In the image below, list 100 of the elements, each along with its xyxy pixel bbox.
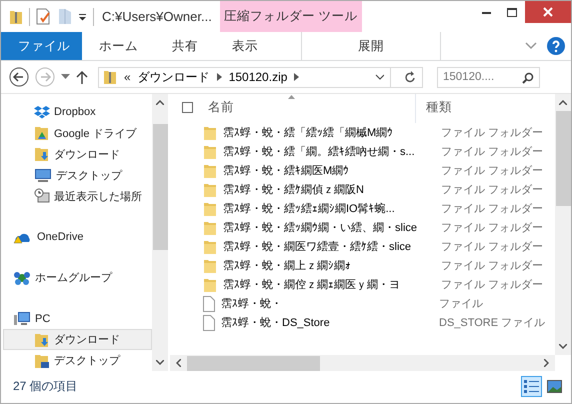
file-row[interactable]: 霑ｽ蜉・蛻・DS_Store DS_STORE ファイル [170, 313, 555, 332]
file-name: 霑ｽ蜉・蛻・繧「繝。繧ｷ繧吶せ繝・s... [223, 144, 416, 159]
nav-item[interactable]: ダウンロード [3, 329, 152, 350]
download-folder-icon [34, 146, 50, 162]
file-type: ファイル フォルダー [441, 126, 544, 140]
caret-icon[interactable] [375, 74, 384, 80]
help-icon[interactable] [547, 37, 565, 55]
folder-icon [203, 258, 217, 274]
file-name: 霑ｽ蜉・蛻・繝医ワ繧壹・繧ｹ繧・slice [223, 240, 412, 254]
crumb-arrow-icon[interactable] [216, 73, 222, 81]
file-row[interactable]: 霑ｽ蜉・蛻・繝上ｚ繝ｼ繝ｫ ファイル フォルダー [170, 256, 555, 275]
ribbon-tab[interactable]: ファイル [1, 32, 82, 60]
scrollbar-thumb[interactable] [187, 356, 320, 370]
file-row[interactable]: 霑ｽ蜉・蛻・繧ｷ繝医M繝ｳ ファイル フォルダー [170, 161, 555, 180]
file-name: 霑ｽ蜉・蛻・DS_Store [221, 316, 331, 330]
file-name: 霑ｽ蜉・蛻・繧ｯ繝ｳ繝・い繧、繝・slice [223, 220, 418, 235]
nav-item[interactable]: デスクトップ [3, 350, 152, 371]
nav-item[interactable]: Google ドライブ [3, 122, 152, 144]
folder-icon [203, 200, 217, 216]
folder-icon [203, 124, 217, 140]
file-type: ファイル フォルダー [441, 240, 544, 254]
desktop-folder-icon [34, 352, 50, 369]
nav-item[interactable]: 最近表示した場所 [3, 186, 152, 207]
drive-folder-icon [34, 125, 50, 142]
ribbon-tab[interactable]: 展開 [301, 32, 441, 60]
context-tab-title: 圧縮フォルダー ツール [220, 1, 362, 32]
file-type: DS_STORE ファイル [439, 316, 546, 330]
recent-places-icon [34, 188, 50, 204]
back-button[interactable] [9, 67, 29, 87]
details-view-icon [524, 380, 539, 392]
crumb-arrow-icon[interactable] [294, 73, 300, 81]
monitor-icon [34, 168, 52, 182]
scrollbar-thumb[interactable] [556, 111, 570, 206]
scroll-left-icon[interactable] [176, 359, 181, 367]
recent-dropdown-button[interactable] [61, 74, 70, 80]
ribbon-tab[interactable]: ホーム [82, 32, 155, 60]
file-type: ファイル フォルダー [441, 278, 544, 292]
chevron-icon[interactable] [525, 42, 537, 50]
dropdown-icon[interactable] [78, 12, 87, 20]
file-type: ファイル フォルダー [441, 183, 544, 197]
file-row[interactable]: 霑ｽ蜉・蛻・繧「繝。繧ｷ繧吶せ繝・s... ファイル フォルダー [170, 142, 555, 161]
file-type: ファイル フォルダー [441, 145, 544, 159]
folder-icon [203, 220, 217, 236]
zip-folder-icon [103, 69, 117, 85]
scrollbar-thumb[interactable] [152, 124, 168, 250]
nav-item[interactable]: ダウンロード [3, 144, 152, 165]
sort-arrow-icon [288, 95, 295, 99]
refresh-icon[interactable] [404, 70, 416, 84]
breadcrumb[interactable]: 150120.zip [228, 70, 288, 84]
file-row[interactable]: 霑ｽ蜉・蛻・繧「繧ｯ繧「繝槭M繝ｳ ファイル フォルダー [170, 123, 555, 142]
maximize-icon[interactable] [507, 8, 517, 16]
window-title: C:¥Users¥Owner... [102, 9, 212, 24]
file-row[interactable]: 霑ｽ蜉・蛻・繧ｹ繝偵ｚ繝阪N ファイル フォルダー [170, 180, 555, 199]
dropbox-icon [34, 105, 50, 120]
item-count: 27 個の項目 [13, 378, 78, 394]
select-all-checkbox[interactable] [182, 102, 193, 113]
file-name: 霑ｽ蜉・蛻・繝倥ｚ繝ｪ繝医ｙ繝・ヨ [223, 278, 401, 292]
overflow-marker[interactable]: « [124, 70, 131, 84]
column-header[interactable]: 種類 [416, 94, 452, 122]
file-name: 霑ｽ蜉・蛻・繧ｷ繝医M繝ｳ [223, 164, 350, 178]
scroll-right-icon[interactable] [544, 359, 549, 367]
file-row[interactable]: 霑ｽ蜉・蛻・繧ｯ繧ｪ繝ｼ繝IO髯ｷ蜿... ファイル フォルダー [170, 199, 555, 218]
search-icon [522, 72, 534, 84]
up-button[interactable] [76, 70, 88, 84]
folder-icon [203, 162, 217, 178]
file-icon [203, 296, 215, 312]
file-name: 霑ｽ蜉・蛻・ [221, 296, 283, 311]
nav-item[interactable]: Dropbox [3, 102, 152, 123]
nav-item[interactable]: OneDrive [3, 226, 152, 248]
download-folder-icon [34, 332, 50, 348]
ribbon-tab[interactable]: 表示 [215, 32, 275, 60]
address-bar[interactable]: « ダウンロード 150120.zip [98, 66, 423, 88]
file-type: ファイル フォルダー [441, 202, 544, 216]
nav-item[interactable]: ホームグループ [3, 267, 152, 288]
ribbon-tab[interactable]: 共有 [155, 32, 215, 60]
close-button[interactable] [525, 1, 571, 23]
file-row[interactable]: 霑ｽ蜉・蛻・繝医ワ繧壹・繧ｹ繧・slice ファイル フォルダー [170, 237, 555, 256]
file-icon [203, 314, 215, 330]
nav-item[interactable]: PC [3, 308, 152, 330]
homegroup-icon [13, 270, 31, 286]
file-row[interactable]: 霑ｽ蜉・蛻・ ファイル [170, 294, 555, 313]
file-type: ファイル [439, 297, 483, 311]
computer-icon [13, 310, 31, 327]
image-view-icon [547, 380, 562, 392]
file-name: 霑ｽ蜉・蛻・繧ｯ繧ｪ繝ｼ繝IO髯ｷ蜿... [223, 202, 396, 216]
view-button[interactable] [521, 376, 542, 396]
file-name: 霑ｽ蜉・蛻・繧「繧ｯ繧「繝槭M繝ｳ [223, 126, 394, 140]
folder-icon [203, 182, 217, 198]
nav-item[interactable]: デスクトップ [3, 164, 152, 186]
search-field[interactable]: 150120.... [437, 66, 540, 88]
folder-icon [203, 144, 217, 160]
minimize-icon[interactable] [482, 10, 490, 14]
zip-folder-icon[interactable] [9, 8, 23, 24]
breadcrumb[interactable]: ダウンロード [138, 68, 210, 86]
file-row[interactable]: 霑ｽ蜉・蛻・繝倥ｚ繝ｪ繝医ｙ繝・ヨ ファイル フォルダー [170, 275, 555, 294]
close-icon [543, 7, 553, 17]
properties-icon[interactable] [36, 8, 52, 25]
file-row[interactable]: 霑ｽ蜉・蛻・繧ｯ繝ｳ繝・い繧、繝・slice ファイル フォルダー [170, 218, 555, 237]
file-type: ファイル フォルダー [441, 221, 544, 235]
column-header[interactable]: 名前 [198, 94, 416, 122]
